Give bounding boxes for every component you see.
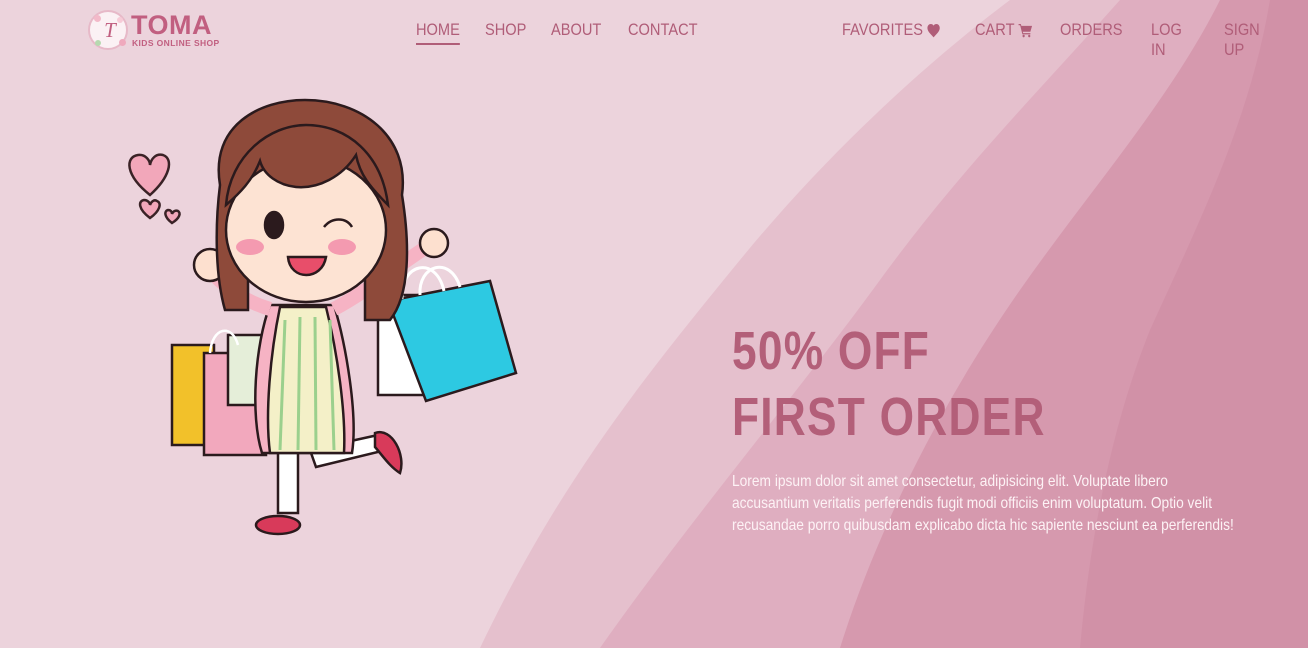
nav-orders-label: ORDERS xyxy=(1060,20,1123,39)
girl-with-shopping-bags-illustration xyxy=(128,98,518,536)
nav-home-link[interactable]: HOME xyxy=(416,20,460,45)
brand-logo[interactable]: T TOMA KIDS ONLINE SHOP xyxy=(88,10,228,52)
nav-about-label: ABOUT xyxy=(551,20,602,39)
main-nav: HOME SHOP ABOUT CONTACT xyxy=(416,20,727,45)
nav-login-label: LOG IN xyxy=(1150,20,1182,59)
account-nav: FAVORITES CART ORDERS LOG IN SIGN UP xyxy=(842,20,1308,63)
logo-letter: T xyxy=(104,18,116,42)
nav-shop-link[interactable]: SHOP xyxy=(485,20,526,43)
promo-headline-line2: FIRST ORDER xyxy=(732,387,1046,447)
hearts-decoration xyxy=(128,153,181,225)
hero-promo: 50% OFF FIRST ORDER Lorem ipsum dolor si… xyxy=(732,318,1242,537)
nav-signup-link[interactable]: SIGN UP xyxy=(1224,20,1281,63)
nav-shop-label: SHOP xyxy=(485,20,527,39)
nav-orders-link[interactable]: ORDERS xyxy=(1060,20,1123,43)
cart-icon xyxy=(1018,23,1033,37)
nav-cart-link[interactable]: CART xyxy=(975,20,1033,43)
nav-home-label: HOME xyxy=(416,20,460,39)
nav-about-link[interactable]: ABOUT xyxy=(551,20,601,43)
main-navbar: T TOMA KIDS ONLINE SHOP HOME SHOP ABOUT … xyxy=(0,0,1308,64)
promo-description: Lorem ipsum dolor sit amet consectetur, … xyxy=(732,473,1234,534)
brand-name: TOMA xyxy=(131,10,212,40)
logo-badge: T xyxy=(88,10,128,50)
brand-tagline: KIDS ONLINE SHOP xyxy=(132,38,220,48)
nav-login-link[interactable]: LOG IN xyxy=(1151,20,1198,63)
promo-headline-line1: 50% OFF xyxy=(732,321,931,381)
girl-head xyxy=(215,98,409,322)
nav-cart-label: CART xyxy=(975,20,1015,39)
nav-signup-label: SIGN UP xyxy=(1223,20,1260,59)
nav-favorites-label: FAVORITES xyxy=(842,20,923,39)
nav-contact-label: CONTACT xyxy=(627,20,698,39)
nav-favorites-link[interactable]: FAVORITES xyxy=(842,20,941,43)
nav-contact-link[interactable]: CONTACT xyxy=(628,20,698,43)
heart-icon xyxy=(927,23,940,37)
